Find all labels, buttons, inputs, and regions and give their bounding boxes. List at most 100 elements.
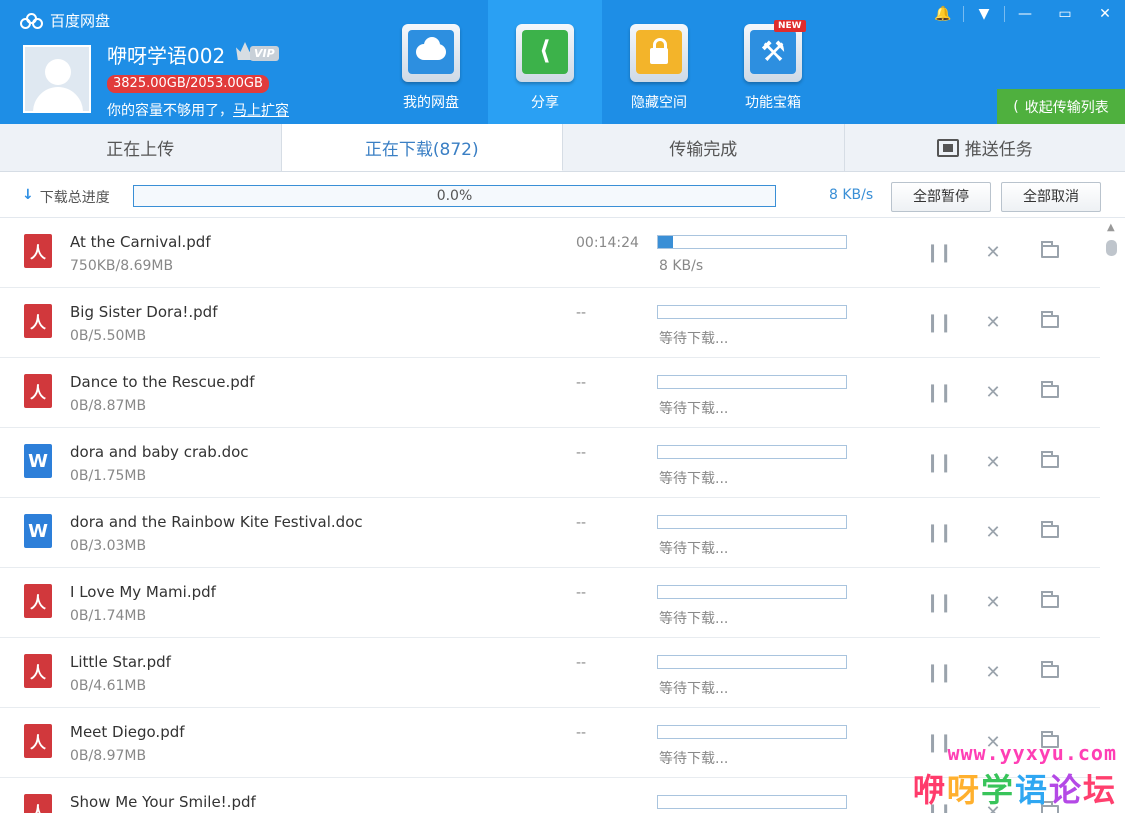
cancel-icon[interactable]: ✕ [983, 592, 1003, 613]
file-size: 0B/5.50MB [70, 328, 147, 344]
upsell-text: 你的容量不够用了，马上扩容 [107, 103, 289, 119]
total-progress-bar: 0.0% [133, 185, 776, 207]
time-remaining: -- [576, 445, 587, 461]
total-speed: 8 KB/s [829, 187, 874, 203]
scroll-thumb[interactable] [1106, 240, 1117, 256]
pause-icon[interactable]: ❙❙ [925, 242, 953, 263]
file-name: Show Me Your Smile!.pdf [70, 793, 256, 811]
tab-downloading[interactable]: 正在下载(872) [281, 124, 563, 171]
cancel-all-button[interactable]: 全部取消 [1001, 182, 1101, 212]
folder-icon[interactable] [1040, 521, 1060, 543]
file-progress-bar [657, 305, 847, 319]
pause-icon[interactable]: ❙❙ [925, 522, 953, 543]
lock-icon [630, 24, 688, 82]
folder-icon[interactable] [1040, 311, 1060, 333]
table-row[interactable]: 人 At the Carnival.pdf 750KB/8.69MB 00:14… [0, 218, 1100, 288]
pause-icon[interactable]: ❙❙ [925, 452, 953, 473]
tab-completed[interactable]: 传输完成 [563, 124, 845, 171]
table-row[interactable]: 人 I Love My Mami.pdf 0B/1.74MB -- 等待下载..… [0, 568, 1100, 638]
monitor-icon [936, 138, 959, 157]
pause-icon[interactable]: ❙❙ [925, 592, 953, 613]
bell-icon[interactable]: 🔔 [923, 0, 963, 28]
pause-icon[interactable]: ❙❙ [925, 662, 953, 683]
table-row[interactable]: W dora and the Rainbow Kite Festival.doc… [0, 498, 1100, 568]
maximize-icon[interactable]: ▭ [1045, 0, 1085, 28]
folder-icon[interactable] [1040, 241, 1060, 263]
cancel-icon[interactable]: ✕ [983, 662, 1003, 683]
download-list: 人 At the Carnival.pdf 750KB/8.69MB 00:14… [0, 218, 1100, 813]
share-icon [516, 24, 574, 82]
download-status: 等待下载... [659, 471, 729, 487]
file-size: 0B/8.97MB [70, 748, 147, 764]
app-title: 百度网盘 [50, 12, 111, 30]
file-progress-bar [657, 375, 847, 389]
pdf-file-icon: 人 [24, 374, 52, 408]
collapse-icon: ( [1013, 98, 1019, 115]
table-row[interactable]: W dora and baby crab.doc 0B/1.75MB -- 等待… [0, 428, 1100, 498]
file-progress-bar [657, 655, 847, 669]
nav-share[interactable]: 分享 [488, 0, 602, 124]
toolbox-icon [744, 24, 802, 82]
file-progress-bar [657, 515, 847, 529]
header-bar: 百度网盘 咿呀学语002 VIP 3825.00GB/2053.00GB 你的容… [0, 0, 1125, 124]
time-remaining: -- [576, 655, 587, 671]
watermark-text: 咿呀学语论坛 [912, 771, 1117, 809]
vip-badge[interactable]: VIP [236, 42, 284, 64]
nav-my-drive[interactable]: 我的网盘 [374, 0, 488, 124]
pause-all-button[interactable]: 全部暂停 [891, 182, 991, 212]
file-size: 0B/8.87MB [70, 398, 147, 414]
cancel-icon[interactable]: ✕ [983, 312, 1003, 333]
file-name: Dance to the Rescue.pdf [70, 373, 255, 391]
cancel-icon[interactable]: ✕ [983, 522, 1003, 543]
table-row[interactable]: 人 Big Sister Dora!.pdf 0B/5.50MB -- 等待下载… [0, 288, 1100, 358]
cancel-icon[interactable]: ✕ [983, 242, 1003, 263]
download-summary: ↓ 下载总进度 0.0% 8 KB/s 全部暂停 全部取消 [0, 172, 1125, 218]
minimize-icon[interactable]: — [1005, 0, 1045, 28]
pdf-file-icon: 人 [24, 304, 52, 338]
close-icon[interactable]: ✕ [1085, 0, 1125, 28]
folder-icon[interactable] [1040, 591, 1060, 613]
collapse-transfer-list-button[interactable]: ( 收起传输列表 [997, 89, 1125, 124]
folder-icon[interactable] [1040, 451, 1060, 473]
pdf-file-icon: 人 [24, 234, 52, 268]
total-progress-label: ↓ 下载总进度 [22, 187, 110, 206]
time-remaining: -- [576, 515, 587, 531]
baidu-cloud-logo-icon [20, 12, 44, 29]
pdf-file-icon: 人 [24, 654, 52, 688]
tab-push-tasks[interactable]: 推送任务 [845, 124, 1125, 171]
file-name: Meet Diego.pdf [70, 723, 185, 741]
pdf-file-icon: 人 [24, 794, 52, 813]
expand-capacity-link[interactable]: 马上扩容 [233, 103, 289, 119]
doc-file-icon: W [24, 514, 52, 548]
download-status: 8 KB/s [659, 258, 704, 274]
file-size: 0B/3.03MB [70, 538, 147, 554]
main-nav: 我的网盘 分享 隐藏空间 NEW 功能宝箱 [374, 0, 830, 124]
file-name: dora and the Rainbow Kite Festival.doc [70, 513, 363, 531]
pause-icon[interactable]: ❙❙ [925, 312, 953, 333]
nav-toolbox[interactable]: NEW 功能宝箱 [716, 0, 830, 124]
table-row[interactable]: 人 Little Star.pdf 0B/4.61MB -- 等待下载... ❙… [0, 638, 1100, 708]
menu-icon[interactable]: ▼ [964, 0, 1004, 28]
time-remaining: 00:14:24 [576, 235, 639, 251]
folder-icon[interactable] [1040, 661, 1060, 683]
file-progress-bar [657, 585, 847, 599]
tab-uploading[interactable]: 正在上传 [0, 124, 282, 171]
scrollbar[interactable]: ▲ [1101, 218, 1125, 813]
cancel-icon[interactable]: ✕ [983, 452, 1003, 473]
watermark: www.yyxyu.com 咿呀学语论坛 [913, 741, 1117, 811]
cloud-drive-icon [402, 24, 460, 82]
file-size: 750KB/8.69MB [70, 258, 174, 274]
download-status: 等待下载... [659, 751, 729, 767]
file-name: dora and baby crab.doc [70, 443, 249, 461]
cancel-icon[interactable]: ✕ [983, 382, 1003, 403]
doc-file-icon: W [24, 444, 52, 478]
scroll-up-icon[interactable]: ▲ [1107, 222, 1115, 233]
pause-icon[interactable]: ❙❙ [925, 382, 953, 403]
avatar[interactable] [23, 45, 91, 113]
file-size: 0B/1.75MB [70, 468, 147, 484]
transfer-tabs: 正在上传 正在下载(872) 传输完成 推送任务 [0, 124, 1125, 172]
table-row[interactable]: 人 Dance to the Rescue.pdf 0B/8.87MB -- 等… [0, 358, 1100, 428]
folder-icon[interactable] [1040, 381, 1060, 403]
nav-hidden-space[interactable]: 隐藏空间 [602, 0, 716, 124]
pdf-file-icon: 人 [24, 724, 52, 758]
